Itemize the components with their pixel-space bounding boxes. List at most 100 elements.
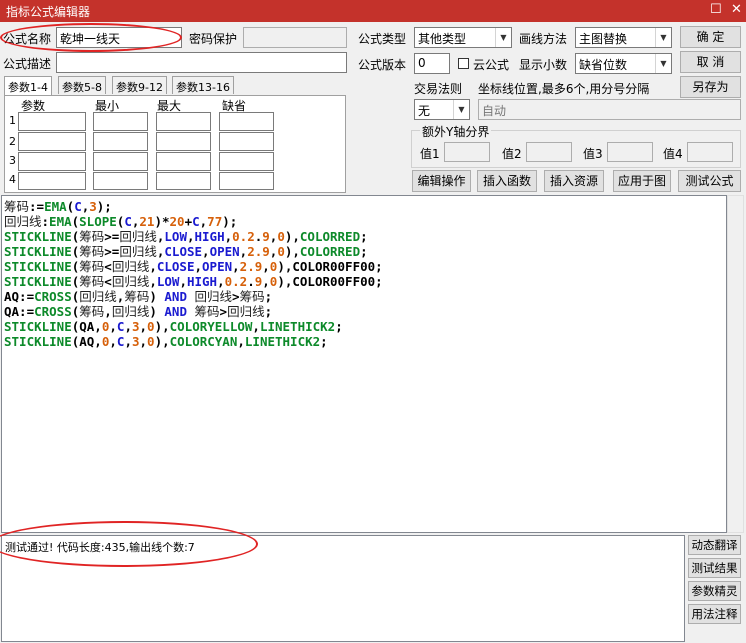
test-result-button[interactable]: 测试结果 <box>688 558 741 578</box>
usage-note-button[interactable]: 用法注释 <box>688 604 741 624</box>
code-token: >= <box>104 244 120 259</box>
extra-y-value3-input[interactable] <box>607 142 653 162</box>
code-token: OPEN <box>209 244 240 259</box>
code-token: ; <box>320 334 328 349</box>
tab-param-5-8[interactable]: 参数5-8 <box>58 76 106 94</box>
decimal-select[interactable]: 缺省位数 ▼ <box>575 53 672 74</box>
code-token: CROSS <box>34 304 72 319</box>
param-1-name[interactable] <box>18 112 86 131</box>
apply-to-chart-button[interactable]: 应用于图 <box>613 170 671 192</box>
param-2-default[interactable] <box>219 132 274 151</box>
code-line: QA:=CROSS(筹码,回归线) AND 筹码>回归线; <box>4 304 724 319</box>
code-token: CROSS <box>34 289 72 304</box>
code-token: ; <box>360 244 368 259</box>
decimal-value: 缺省位数 <box>579 58 628 72</box>
cancel-button[interactable]: 取 消 <box>680 51 741 73</box>
ok-button[interactable]: 确 定 <box>680 26 741 48</box>
save-as-button[interactable]: 另存为 <box>680 76 741 98</box>
code-line: STICKLINE(QA,0,C,3,0),COLORYELLOW,LINETH… <box>4 319 724 334</box>
code-token: , <box>139 319 148 334</box>
code-token: 筹码 <box>239 289 265 304</box>
cloud-formula-label: 云公式 <box>473 58 510 72</box>
code-token: ), <box>284 229 300 244</box>
insert-function-button[interactable]: 插入函数 <box>477 170 537 192</box>
param-2-name[interactable] <box>18 132 86 151</box>
code-token: 回归线 <box>111 259 150 274</box>
param-4-max[interactable] <box>156 172 211 190</box>
version-input[interactable]: 0 <box>414 53 450 74</box>
insert-resource-button[interactable]: 插入资源 <box>544 170 604 192</box>
dynamic-translate-button[interactable]: 动态翻译 <box>688 535 741 555</box>
code-token: 筹码 <box>124 289 150 304</box>
trade-rule-label: 交易法则 <box>414 82 463 96</box>
code-token: . <box>247 274 255 289</box>
trade-rule-select[interactable]: 无 ▼ <box>414 99 470 120</box>
code-token: COLORCYAN <box>169 334 238 349</box>
param-3-max[interactable] <box>156 152 211 171</box>
param-panel: 参数 最小 最大 缺省 1 2 3 4 <box>4 95 346 193</box>
code-token: , <box>139 334 148 349</box>
code-token: EMA <box>44 199 67 214</box>
code-token: EMA <box>49 214 72 229</box>
code-token: ); <box>96 199 112 214</box>
param-4-name[interactable] <box>18 172 86 190</box>
tab-param-9-12[interactable]: 参数9-12 <box>112 76 167 94</box>
extra-y-value2-input[interactable] <box>526 142 572 162</box>
code-editor[interactable]: 筹码:=EMA(C,3); 回归线:EMA(SLOPE(C,21)*20+C,77… <box>1 195 727 533</box>
param-2-min[interactable] <box>93 132 148 151</box>
code-token: 回归线 <box>79 289 117 304</box>
edit-operation-button[interactable]: 编辑操作 <box>412 170 471 192</box>
param-3-default[interactable] <box>219 152 274 171</box>
code-token: AND <box>164 289 187 304</box>
tab-param-13-16[interactable]: 参数13-16 <box>172 76 234 94</box>
code-token: , <box>149 259 157 274</box>
description-input[interactable] <box>56 52 347 73</box>
code-token: 筹码 <box>79 244 105 259</box>
code-token: STICKLINE <box>4 244 72 259</box>
code-token: , <box>194 259 203 274</box>
code-token: OPEN <box>202 259 233 274</box>
formula-type-label: 公式类型 <box>358 32 407 46</box>
code-token: , <box>109 334 117 349</box>
code-token: 77 <box>207 214 223 229</box>
param-3-min[interactable] <box>93 152 148 171</box>
code-token: 回归线 <box>227 304 265 319</box>
coord-line-input[interactable]: 自动 <box>478 99 741 120</box>
code-token: STICKLINE <box>4 274 72 289</box>
chevron-down-icon: ▼ <box>655 54 671 73</box>
test-formula-button[interactable]: 测试公式 <box>678 170 741 192</box>
code-token: LOW <box>156 274 180 289</box>
code-token: ; <box>335 319 343 334</box>
code-token: C <box>124 214 132 229</box>
code-token: 0.2 <box>224 274 248 289</box>
code-token: > <box>232 289 240 304</box>
extra-y-value4-input[interactable] <box>687 142 733 162</box>
maximize-icon[interactable]: ☐ <box>710 2 722 17</box>
code-token: COLORRED <box>299 244 361 259</box>
param-wizard-button[interactable]: 参数精灵 <box>688 581 741 601</box>
code-token: 0 <box>147 334 155 349</box>
draw-method-select[interactable]: 主图替换 ▼ <box>575 27 672 48</box>
draw-method-label: 画线方法 <box>519 32 568 46</box>
param-4-default[interactable] <box>219 172 274 190</box>
param-1-min[interactable] <box>93 112 148 131</box>
extra-y-value1-input[interactable] <box>444 142 490 162</box>
param-4-min[interactable] <box>93 172 148 190</box>
code-token: 回归线 <box>111 304 150 319</box>
code-token: 2.9 <box>239 259 263 274</box>
param-1-default[interactable] <box>219 112 274 131</box>
cloud-formula-checkbox[interactable] <box>458 58 469 69</box>
param-2-max[interactable] <box>156 132 211 151</box>
password-input[interactable] <box>243 27 347 48</box>
param-1-max[interactable] <box>156 112 211 131</box>
code-token: 0 <box>277 229 285 244</box>
formula-type-select[interactable]: 其他类型 ▼ <box>414 27 512 48</box>
param-3-name[interactable] <box>18 152 86 171</box>
code-token: , <box>232 259 240 274</box>
code-token: QA:= <box>4 304 35 319</box>
tab-param-1-4[interactable]: 参数1-4 <box>4 76 52 95</box>
editor-scrollbar[interactable] <box>727 195 744 533</box>
code-token: 0 <box>277 244 285 259</box>
code-token: LINETHICK2 <box>244 334 321 349</box>
close-icon[interactable]: ✕ <box>731 2 742 17</box>
